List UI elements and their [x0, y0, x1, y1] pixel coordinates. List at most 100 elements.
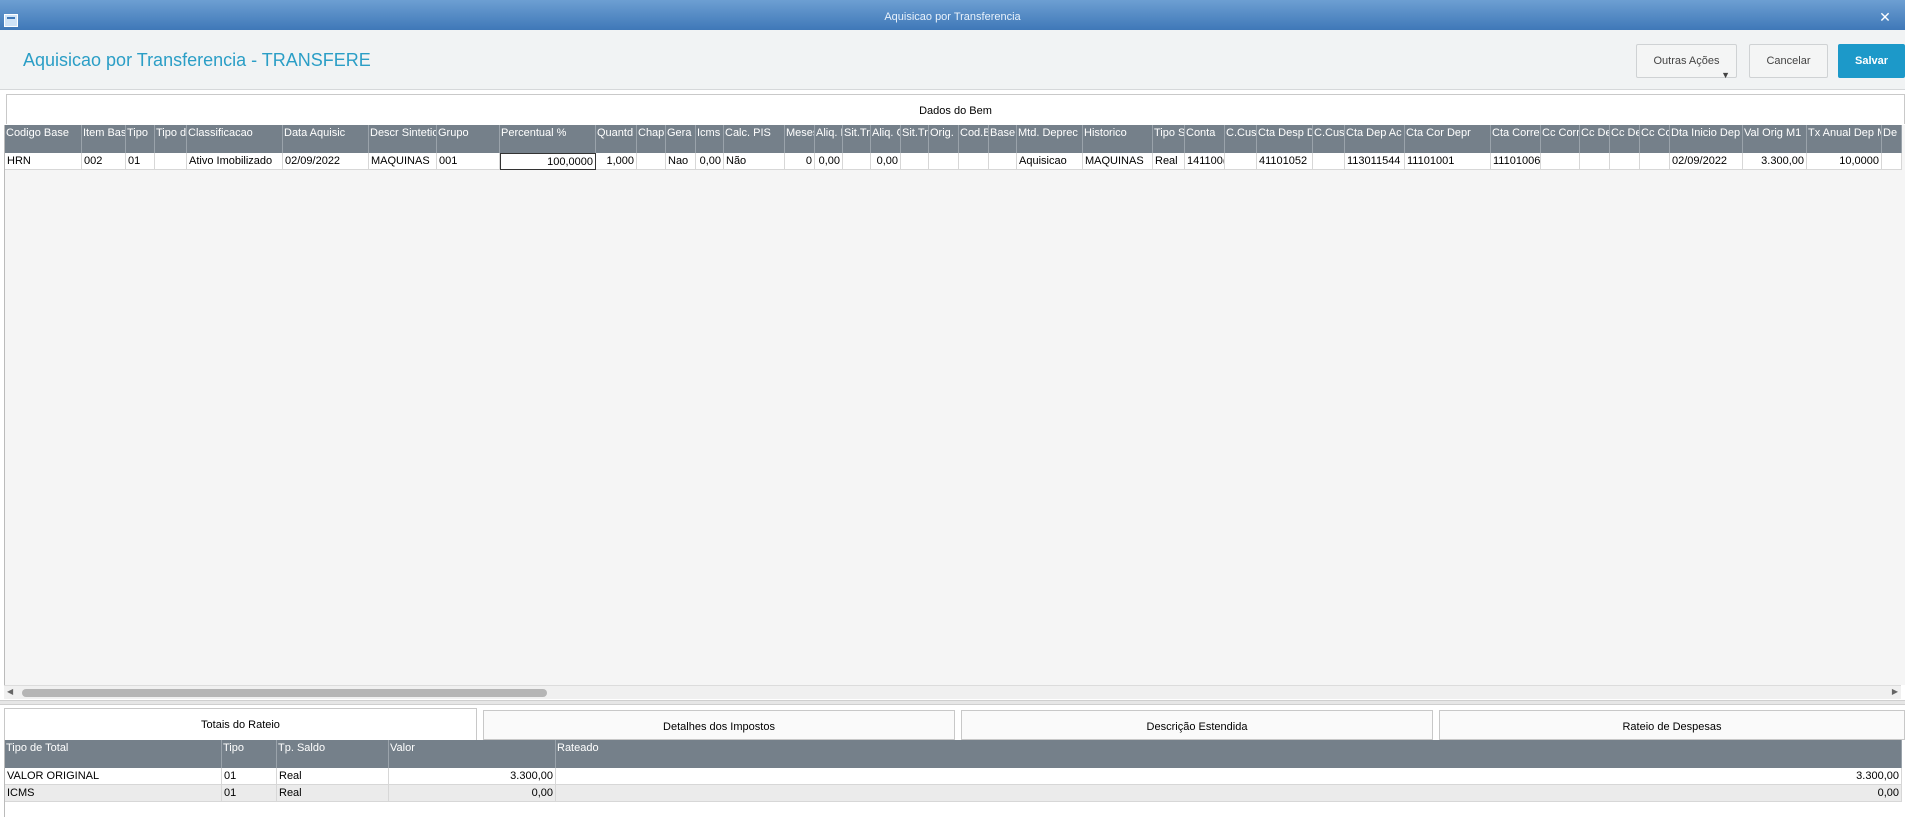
- column-header[interactable]: Gera: [666, 125, 696, 153]
- table-cell[interactable]: Real: [1153, 153, 1185, 170]
- column-header[interactable]: Tipo S: [1153, 125, 1185, 153]
- column-header[interactable]: Historico: [1083, 125, 1153, 153]
- table-cell[interactable]: [1225, 153, 1257, 170]
- table-cell[interactable]: 002: [82, 153, 126, 170]
- tab-detalhes-dos-impostos[interactable]: Detalhes dos Impostos: [483, 710, 955, 740]
- table-row[interactable]: HRN 002 01 Ativo Imobilizado 02/09/2022 MAQUI…: [5, 153, 1902, 170]
- cancel-button[interactable]: Cancelar: [1749, 44, 1828, 78]
- column-header[interactable]: Sit.Tri: [843, 125, 871, 153]
- column-header[interactable]: Aliq. P: [815, 125, 843, 153]
- column-header[interactable]: Base: [989, 125, 1017, 153]
- table-cell[interactable]: 01: [222, 768, 277, 785]
- column-header[interactable]: Quantd: [596, 125, 637, 153]
- table-cell[interactable]: 0,00: [556, 785, 1902, 802]
- column-header[interactable]: Codigo Base: [5, 125, 82, 153]
- table-cell[interactable]: 001: [437, 153, 500, 170]
- table-cell[interactable]: [1313, 153, 1345, 170]
- column-header[interactable]: C.Cus: [1225, 125, 1257, 153]
- selected-cell[interactable]: 100,0000: [500, 153, 596, 170]
- table-cell[interactable]: 01: [126, 153, 155, 170]
- column-header[interactable]: Chap: [637, 125, 666, 153]
- table-cell[interactable]: 141100(: [1185, 153, 1225, 170]
- column-header[interactable]: Cc De: [1610, 125, 1640, 153]
- table-cell[interactable]: 10,0000: [1807, 153, 1882, 170]
- column-header[interactable]: Cta Dep Ac: [1345, 125, 1405, 153]
- column-header[interactable]: Data Aquisic: [283, 125, 369, 153]
- horizontal-scrollbar[interactable]: ◀ ▶: [4, 685, 1901, 699]
- table-cell[interactable]: 3.300,00: [556, 768, 1902, 785]
- column-header[interactable]: Tipo: [222, 740, 277, 768]
- column-header[interactable]: Grupo: [437, 125, 500, 153]
- column-header[interactable]: Cta Cor Depr: [1405, 125, 1491, 153]
- table-cell[interactable]: HRN: [5, 153, 82, 170]
- column-header[interactable]: Item Bas: [82, 125, 126, 153]
- column-header[interactable]: Val Orig M1: [1743, 125, 1807, 153]
- column-header[interactable]: Aliq. C: [871, 125, 901, 153]
- column-header[interactable]: Valor: [389, 740, 556, 768]
- table-cell[interactable]: MAQUINAS: [1083, 153, 1153, 170]
- table-cell[interactable]: 01: [222, 785, 277, 802]
- table-cell[interactable]: Não: [724, 153, 785, 170]
- column-header[interactable]: Percentual %: [500, 125, 596, 153]
- tab-descricao-estendida[interactable]: Descrição Estendida: [961, 710, 1433, 740]
- column-header[interactable]: Cc De: [1580, 125, 1610, 153]
- table-cell[interactable]: [1541, 153, 1580, 170]
- column-header[interactable]: Rateado: [556, 740, 1902, 768]
- column-header[interactable]: Tp. Saldo: [277, 740, 389, 768]
- table-cell[interactable]: 11101001: [1405, 153, 1491, 170]
- table-cell[interactable]: Ativo Imobilizado: [187, 153, 283, 170]
- table-cell[interactable]: VALOR ORIGINAL: [5, 768, 222, 785]
- column-header[interactable]: Cta Desp D: [1257, 125, 1313, 153]
- column-header[interactable]: Cc Corr: [1541, 125, 1580, 153]
- table-cell[interactable]: ICMS: [5, 785, 222, 802]
- column-header[interactable]: Orig.: [929, 125, 959, 153]
- save-button[interactable]: Salvar: [1838, 44, 1905, 78]
- column-header[interactable]: Icms c: [696, 125, 724, 153]
- table-cell[interactable]: Real: [277, 785, 389, 802]
- table-cell[interactable]: 0: [785, 153, 815, 170]
- column-header[interactable]: Tipo de Total: [5, 740, 222, 768]
- column-header[interactable]: Calc. PIS: [724, 125, 785, 153]
- column-header[interactable]: Tipo: [126, 125, 155, 153]
- table-cell[interactable]: MAQUINAS: [369, 153, 437, 170]
- table-cell[interactable]: [155, 153, 187, 170]
- table-cell[interactable]: [1580, 153, 1610, 170]
- table-cell[interactable]: Real: [277, 768, 389, 785]
- table-cell[interactable]: 41101052: [1257, 153, 1313, 170]
- column-header[interactable]: C.Cus: [1313, 125, 1345, 153]
- table-cell[interactable]: 3.300,00: [1743, 153, 1807, 170]
- table-cell[interactable]: Nao: [666, 153, 696, 170]
- table-cell[interactable]: [1640, 153, 1670, 170]
- table-cell[interactable]: [637, 153, 666, 170]
- table-row[interactable]: VALOR ORIGINAL 01 Real 3.300,00 3.300,00: [5, 768, 1902, 785]
- totals-grid[interactable]: Tipo de Total Tipo Tp. Saldo Valor Rateado V…: [4, 740, 1905, 817]
- table-cell[interactable]: [1610, 153, 1640, 170]
- column-header[interactable]: Sit.Tri: [901, 125, 929, 153]
- column-header[interactable]: Tx Anual Dep M: [1807, 125, 1882, 153]
- tab-totais-do-rateio[interactable]: Totais do Rateio: [4, 708, 477, 740]
- scroll-right-icon[interactable]: ▶: [1892, 687, 1898, 696]
- table-cell[interactable]: 0,00: [815, 153, 843, 170]
- table-cell[interactable]: [843, 153, 871, 170]
- scrollbar-thumb[interactable]: [22, 689, 547, 697]
- table-cell[interactable]: [989, 153, 1017, 170]
- close-icon[interactable]: ✕: [1873, 8, 1897, 26]
- column-header[interactable]: Cc Co: [1640, 125, 1670, 153]
- table-cell[interactable]: 02/09/2022: [283, 153, 369, 170]
- table-cell[interactable]: 1,000: [596, 153, 637, 170]
- column-header[interactable]: Descr Sintetic: [369, 125, 437, 153]
- table-cell[interactable]: 3.300,00: [389, 768, 556, 785]
- table-cell[interactable]: 0,00: [871, 153, 901, 170]
- table-cell[interactable]: Aquisicao: [1017, 153, 1083, 170]
- column-header[interactable]: Mtd. Deprec: [1017, 125, 1083, 153]
- column-header[interactable]: Meses: [785, 125, 815, 153]
- column-header[interactable]: Tipo d: [155, 125, 187, 153]
- scroll-left-icon[interactable]: ◀: [7, 687, 13, 696]
- tab-rateio-de-despesas[interactable]: Rateio de Despesas: [1439, 710, 1905, 740]
- table-cell[interactable]: 113011544: [1345, 153, 1405, 170]
- other-actions-button[interactable]: Outras Ações ▼: [1636, 44, 1737, 80]
- table-cell[interactable]: 02/09/2022: [1670, 153, 1743, 170]
- column-header[interactable]: Conta: [1185, 125, 1225, 153]
- table-cell[interactable]: 11101006: [1491, 153, 1541, 170]
- column-header[interactable]: Cta Corre: [1491, 125, 1541, 153]
